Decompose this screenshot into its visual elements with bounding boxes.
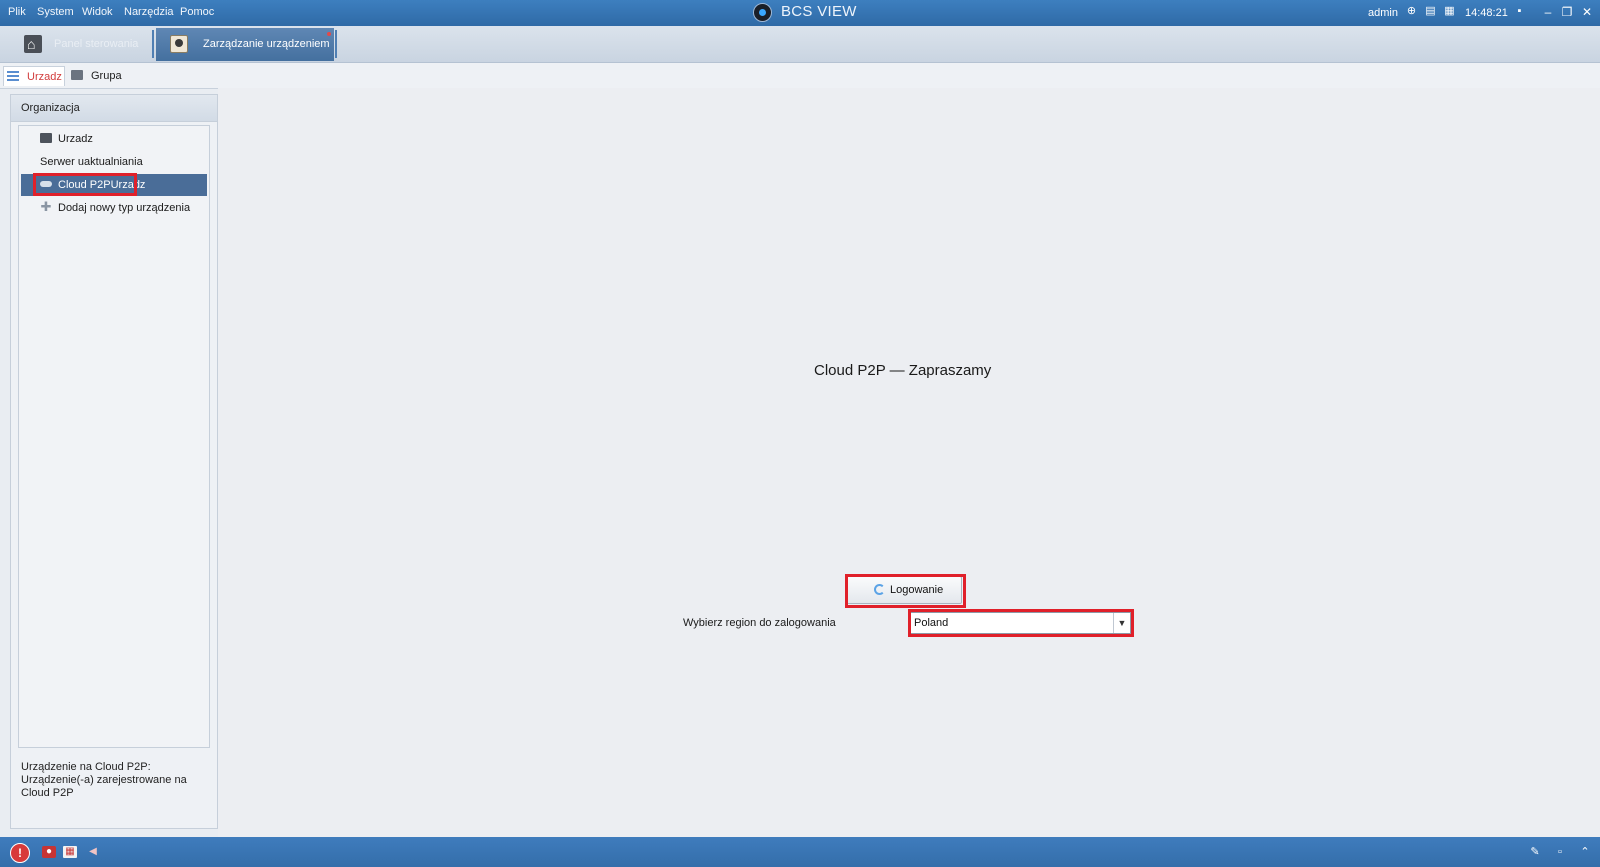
region-select[interactable]: Poland ▼ — [910, 612, 1131, 634]
login-button-label: Logowanie — [890, 584, 944, 596]
tree-item-label: Serwer uaktualniania — [40, 156, 143, 168]
subtab-group-label: Grupa — [91, 70, 122, 82]
app-logo-icon — [753, 3, 772, 22]
menu-system[interactable]: System — [37, 6, 74, 18]
user-name: admin — [1368, 7, 1398, 19]
tab-close-icon[interactable] — [327, 32, 331, 36]
tree-item-label: Urzadz — [58, 133, 93, 145]
menu-plik[interactable]: Plik — [8, 6, 26, 18]
chevron-down-icon[interactable]: ▼ — [1113, 613, 1130, 633]
globe-icon[interactable]: ⊕ — [1405, 5, 1418, 18]
subtab-group[interactable]: Grupa — [68, 66, 130, 86]
tree-item-add-device-type[interactable]: ✚ Dodaj nowy typ urządzenia — [21, 197, 207, 219]
window-icon[interactable]: ▫ — [1553, 845, 1567, 859]
tree-item-device[interactable]: Urzadz — [21, 128, 207, 150]
panel-header: Organizacja — [11, 95, 217, 122]
plus-icon: ✚ — [40, 199, 52, 214]
subtab-device-label: Urzadz — [27, 71, 62, 83]
device-icon — [40, 133, 52, 143]
tab-device-management-label: Zarządzanie urządzeniem — [203, 38, 330, 50]
close-button[interactable]: ✕ — [1578, 3, 1596, 21]
tree-item-update-server[interactable]: Serwer uaktualniania — [21, 151, 207, 173]
app-title: BCS VIEW — [781, 3, 857, 20]
welcome-text: Cloud P2P — Zapraszamy — [814, 362, 992, 379]
tree-item-label: Dodaj nowy typ urządzenia — [58, 202, 191, 214]
keyboard-icon[interactable]: ▤ — [1424, 5, 1437, 18]
list-icon — [7, 71, 19, 81]
region-select-value: Poland — [914, 617, 949, 629]
alarm-icon[interactable]: ! — [10, 843, 30, 863]
tab-dashboard-label: Panel sterowania — [54, 38, 139, 50]
region-label: Wybierz region do zalogowania — [683, 617, 836, 629]
record-icon[interactable]: ● — [42, 846, 56, 858]
menu-pomoc[interactable]: Pomoc — [180, 6, 214, 18]
main-content — [218, 88, 1600, 837]
home-icon — [24, 35, 42, 53]
clock: 14:48:21 — [1465, 7, 1508, 19]
menu-widok[interactable]: Widok — [82, 6, 113, 18]
panel-title: Organizacja — [21, 102, 80, 114]
tab-device-management[interactable]: Zarządzanie urządzeniem — [156, 28, 334, 61]
minimize-button[interactable]: – — [1539, 3, 1557, 21]
subtab-device[interactable]: Urzadz — [3, 66, 65, 86]
calendar-icon[interactable]: ▦ — [63, 846, 77, 858]
pin-icon[interactable]: ✎ — [1528, 845, 1542, 859]
organization-panel: Organizacja Urzadz Serwer uaktualniania … — [10, 94, 218, 829]
tab-dashboard[interactable]: Panel sterowania — [14, 28, 150, 61]
status-bar: ! ● ▦ ◀ ✎ ▫ ⌃ — [0, 837, 1600, 867]
group-icon — [71, 70, 83, 80]
printer-icon[interactable]: ▦ — [1443, 5, 1456, 18]
loading-icon — [874, 584, 885, 595]
main-tab-bar: Panel sterowania Zarządzanie urządzeniem — [0, 26, 1600, 63]
tab-separator — [152, 30, 154, 58]
tree-item-cloud-p2p[interactable]: Cloud P2PUrzadz — [21, 173, 207, 196]
chevron-up-icon[interactable]: ⌃ — [1578, 845, 1592, 859]
login-button[interactable]: Logowanie — [846, 576, 962, 604]
lock-icon[interactable]: ▪ — [1513, 5, 1526, 18]
annotation-highlight — [33, 173, 137, 196]
panel-description: Urządzenie na Cloud P2P: Urządzenie(-a) … — [21, 761, 187, 799]
device-management-icon — [170, 35, 188, 53]
sound-icon[interactable]: ◀ — [86, 846, 100, 858]
title-bar: Plik System Widok Narzędzia Pomoc BCS VI… — [0, 0, 1600, 26]
device-type-tree: Urzadz Serwer uaktualniania Cloud P2PUrz… — [18, 125, 210, 748]
menu-narzedzia[interactable]: Narzędzia — [124, 6, 174, 18]
restore-button[interactable]: ❐ — [1558, 3, 1576, 21]
tab-separator — [335, 30, 337, 58]
sub-tab-bar: Urzadz Grupa — [0, 63, 1600, 89]
